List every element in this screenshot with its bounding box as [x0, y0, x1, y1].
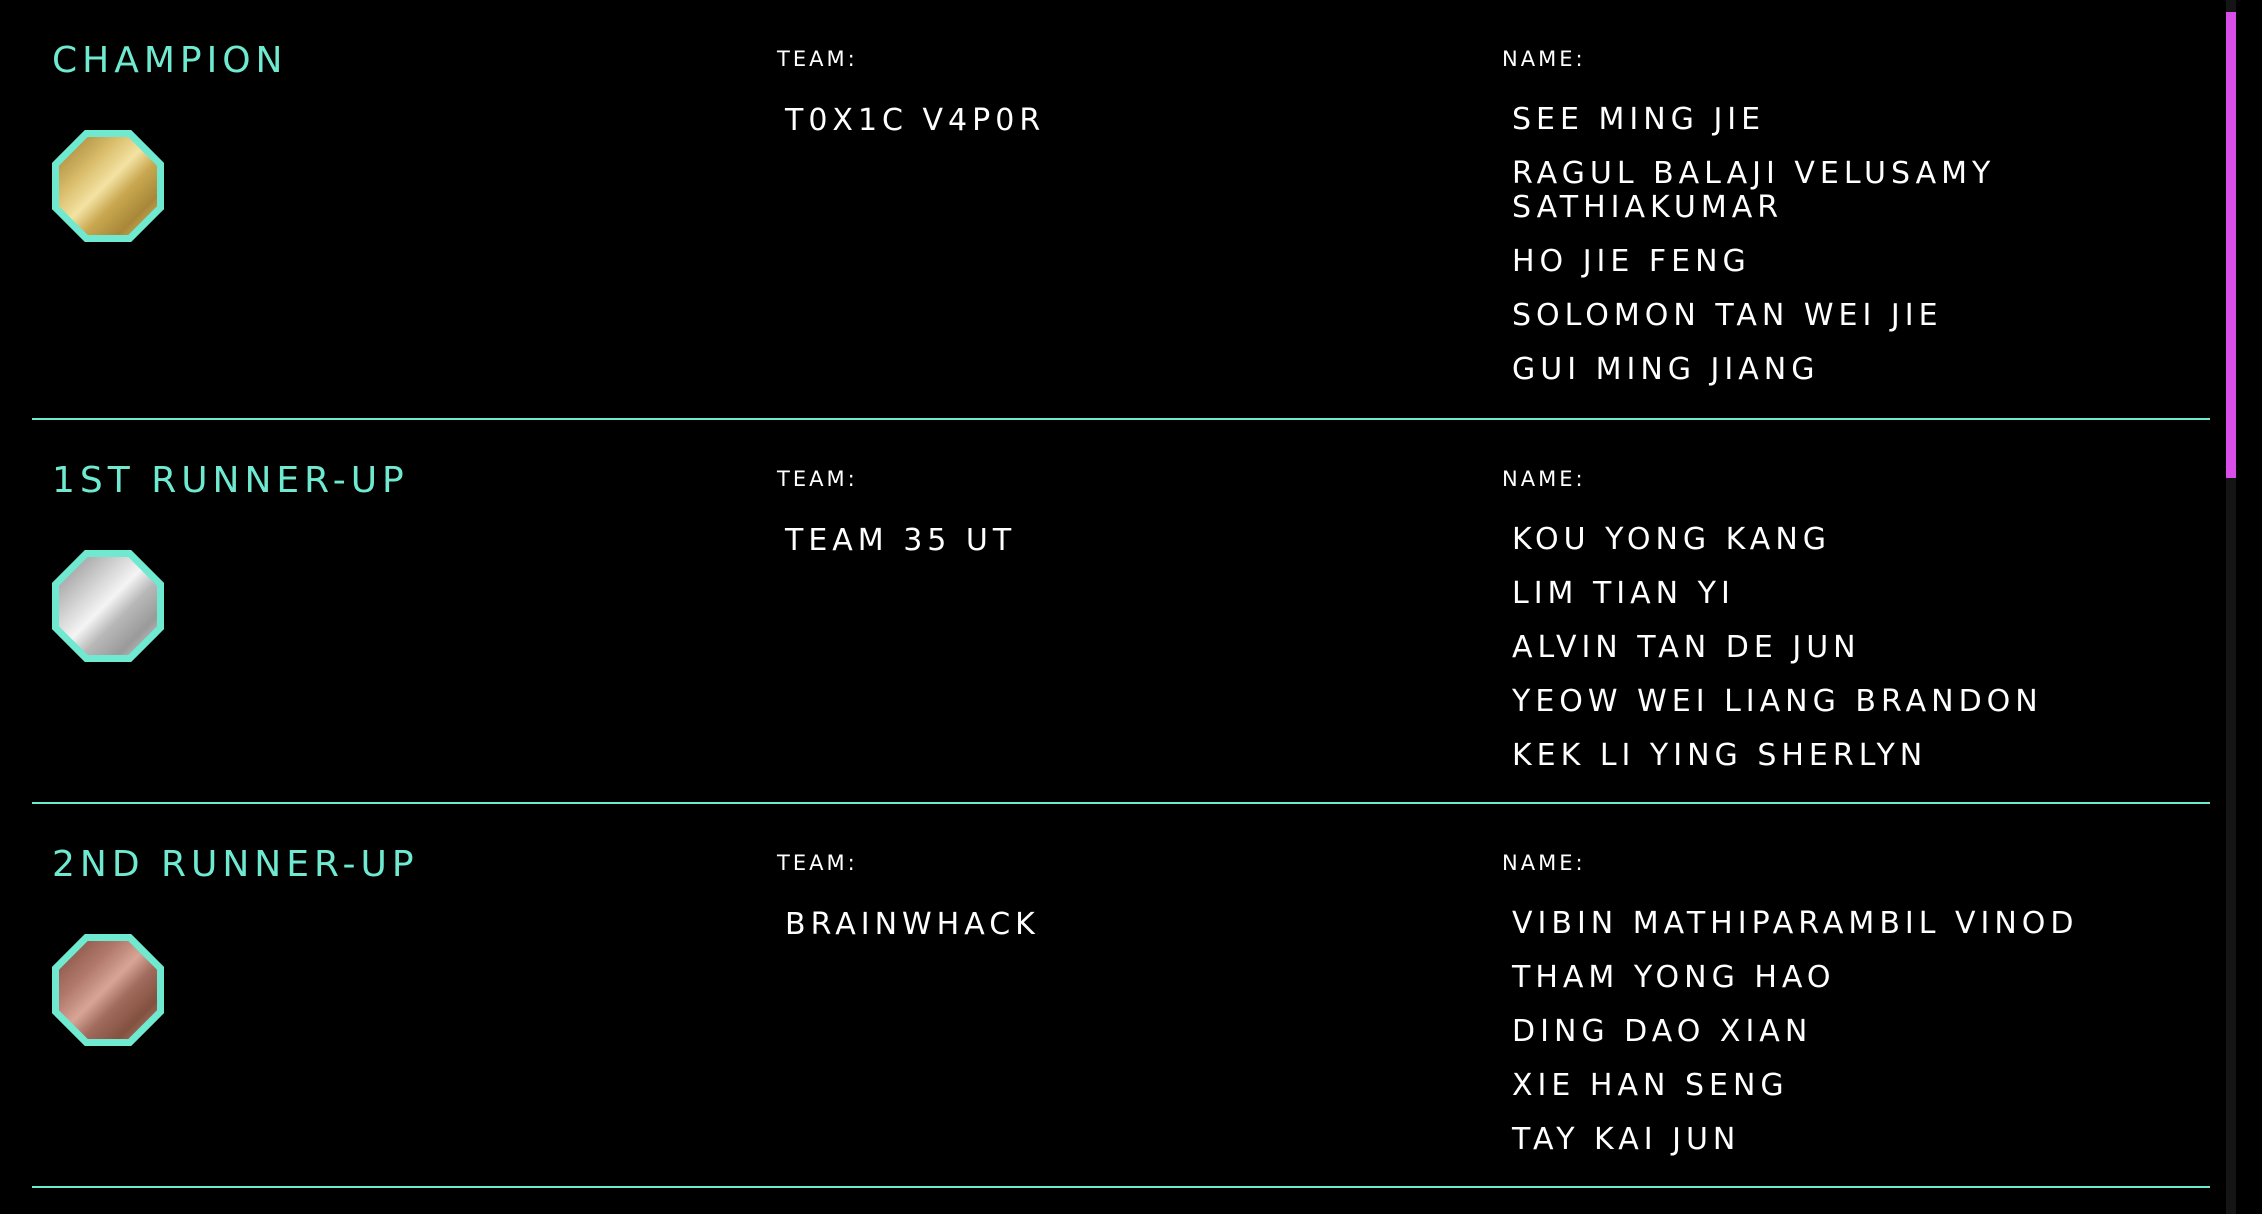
scrollbar-thumb[interactable] [2226, 12, 2236, 478]
team-label: TEAM: [777, 851, 858, 875]
award-row-1st-runner-up: 1ST RUNNER-UP TEAM: TEAM 35 UT NAME: KOU… [32, 420, 2210, 804]
member-name: RAGUL BALAJI VELUSAMY SATHIAKUMAR [1512, 156, 1996, 225]
gold-medal-icon [52, 130, 164, 242]
member-name: LIM TIAN YI [1512, 576, 1735, 611]
award-row-2nd-runner-up: 2ND RUNNER-UP TEAM: BRAINWHACK NAME: VIB… [32, 804, 2210, 1188]
member-name: THAM YONG HAO [1512, 960, 1836, 995]
silver-medal-icon [52, 550, 164, 662]
member-name: HO JIE FENG [1512, 244, 1751, 279]
awards-list: CHAMPION TEAM: T0X1C V4P0R NAME: SEE MIN… [32, 0, 2210, 1214]
member-name: KEK LI YING SHERLYN [1512, 738, 1928, 773]
member-name: KOU YONG KANG [1512, 522, 1832, 557]
team-label: TEAM: [777, 47, 858, 71]
member-name: XIE HAN SENG [1512, 1068, 1789, 1103]
member-list: VIBIN MATHIPARAMBIL VINOD THAM YONG HAO … [1512, 907, 2192, 1177]
member-name: YEOW WEI LIANG BRANDON [1512, 684, 2043, 719]
team-name: T0X1C V4P0R [785, 103, 1046, 138]
award-title: 2ND RUNNER-UP [52, 844, 419, 885]
member-name: GUI MING JIANG [1512, 352, 1820, 387]
scrollbar[interactable] [2226, 0, 2236, 1214]
award-title: CHAMPION [52, 40, 288, 81]
member-name: DING DAO XIAN [1512, 1014, 1813, 1049]
member-name: VIBIN MATHIPARAMBIL VINOD [1512, 906, 2079, 941]
member-name: SEE MING JIE [1512, 102, 1766, 137]
name-label: NAME: [1502, 851, 1586, 875]
team-name: TEAM 35 UT [785, 523, 1017, 558]
member-list: KOU YONG KANG LIM TIAN YI ALVIN TAN DE J… [1512, 523, 2192, 793]
name-label: NAME: [1502, 47, 1586, 71]
team-label: TEAM: [777, 467, 858, 491]
member-name: ALVIN TAN DE JUN [1512, 630, 1861, 665]
silver-medal-face [59, 557, 157, 655]
member-name: TAY KAI JUN [1512, 1122, 1741, 1157]
bronze-medal-icon [52, 934, 164, 1046]
team-name: BRAINWHACK [785, 907, 1040, 942]
award-row-champion: CHAMPION TEAM: T0X1C V4P0R NAME: SEE MIN… [32, 0, 2210, 420]
member-name: SOLOMON TAN WEI JIE [1512, 298, 1943, 333]
member-list: SEE MING JIE RAGUL BALAJI VELUSAMY SATHI… [1512, 103, 2192, 407]
bronze-medal-face [59, 941, 157, 1039]
gold-medal-face [59, 137, 157, 235]
name-label: NAME: [1502, 467, 1586, 491]
award-title: 1ST RUNNER-UP [52, 460, 409, 501]
